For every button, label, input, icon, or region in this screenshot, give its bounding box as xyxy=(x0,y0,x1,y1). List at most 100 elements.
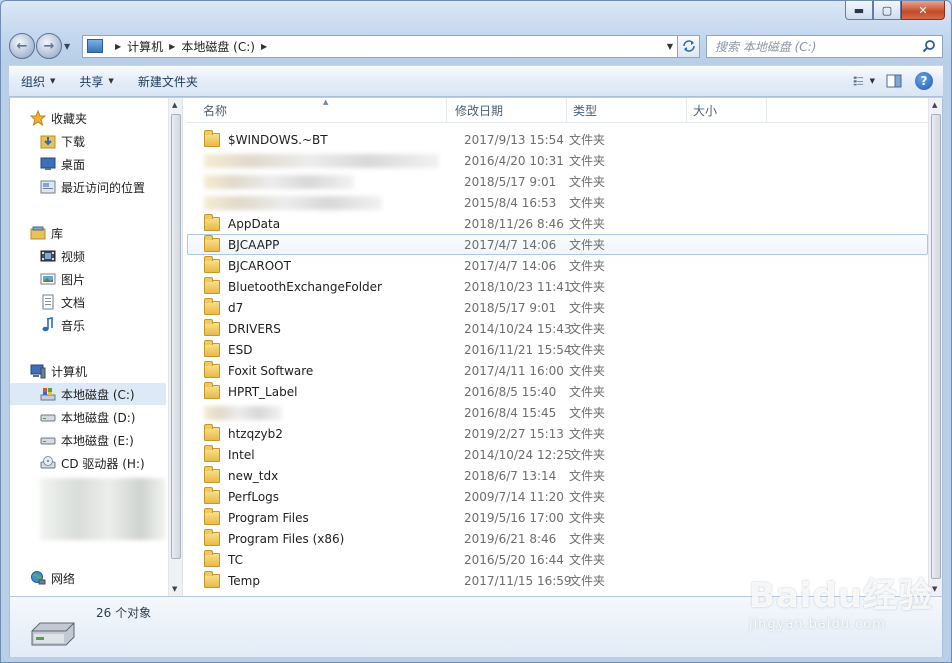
file-date: 2015/8/4 16:53 xyxy=(464,195,557,210)
table-row[interactable]: 2018/5/17 9:01 文件夹 xyxy=(187,171,928,192)
folder-icon xyxy=(204,528,220,546)
nav-item-pictures[interactable]: 图片 xyxy=(10,268,166,290)
scroll-up-arrow-icon[interactable]: ▲ xyxy=(172,101,177,109)
column-header-size[interactable]: 大小 xyxy=(687,98,767,123)
preview-pane-icon xyxy=(886,74,902,88)
nav-item-downloads[interactable]: 下载 xyxy=(10,130,166,152)
column-header-name[interactable]: ▲ 名称 xyxy=(187,98,447,123)
nav-item-recent-places[interactable]: 最近访问的位置 xyxy=(10,176,166,198)
file-date: 2019/5/16 17:00 xyxy=(464,510,564,525)
table-row[interactable]: TC 2016/5/20 16:44 文件夹 xyxy=(187,549,928,570)
nav-item-local-disk-e[interactable]: 本地磁盘 (E:) xyxy=(10,429,166,451)
table-row[interactable]: 2016/8/4 15:45 文件夹 xyxy=(187,402,928,423)
file-type: 文件夹 xyxy=(569,343,606,357)
table-row[interactable]: new_tdx 2018/6/7 13:14 文件夹 xyxy=(187,465,928,486)
table-row[interactable]: Program Files 2019/5/16 17:00 文件夹 xyxy=(187,507,928,528)
file-name-cell: TC xyxy=(188,549,444,567)
nav-network-label: 网络 xyxy=(51,571,76,586)
scrollbar-thumb[interactable] xyxy=(171,114,181,559)
share-button[interactable]: 共享 ▼ xyxy=(67,73,125,90)
table-row[interactable]: $WINDOWS.~BT 2017/9/13 15:54 文件夹 xyxy=(187,129,928,150)
file-date: 2019/6/21 8:46 xyxy=(464,531,557,546)
nav-item-documents[interactable]: 文档 xyxy=(10,291,166,313)
file-list-scrollbar[interactable]: ▲ ▼ xyxy=(928,98,942,596)
file-type: 文件夹 xyxy=(569,175,606,189)
preview-pane-button[interactable] xyxy=(883,71,905,91)
file-date: 2018/5/17 9:01 xyxy=(464,300,557,315)
breadcrumb-computer[interactable]: 计算机 xyxy=(127,38,163,55)
toolbar-right-group: ▼ ? xyxy=(845,71,935,91)
redacted-name xyxy=(204,405,282,420)
redacted-name xyxy=(204,195,382,210)
table-row[interactable]: Program Files (x86) 2019/6/21 8:46 文件夹 xyxy=(187,528,928,549)
table-row[interactable]: BJCAAPP 2017/4/7 14:06 文件夹 xyxy=(187,234,928,255)
column-header-type[interactable]: 类型 xyxy=(567,98,687,123)
folder-icon xyxy=(204,549,220,567)
chevron-right-icon[interactable]: ▶ xyxy=(169,42,175,51)
table-row[interactable]: BluetoothExchangeFolder 2018/10/23 11:41 文… xyxy=(187,276,928,297)
file-type: 文件夹 xyxy=(569,217,606,231)
table-row[interactable]: 2016/4/20 10:31 文件夹 xyxy=(187,150,928,171)
table-row[interactable]: PerfLogs 2009/7/14 11:20 文件夹 xyxy=(187,486,928,507)
table-row[interactable]: Foxit Software 2017/4/11 16:00 文件夹 xyxy=(187,360,928,381)
nav-libraries[interactable]: 库 xyxy=(10,222,166,244)
nav-item-label: 桌面 xyxy=(61,157,86,172)
recent-pages-dropdown-icon[interactable]: ▼ xyxy=(64,42,76,51)
chevron-right-icon[interactable]: ▶ xyxy=(115,42,121,51)
column-header-date[interactable]: 修改日期 xyxy=(447,98,567,123)
table-row[interactable]: d7 2018/5/17 9:01 文件夹 xyxy=(187,297,928,318)
file-name-cell: Program Files (x86) xyxy=(188,528,444,546)
nav-item-videos[interactable]: 视频 xyxy=(10,245,166,267)
nav-item-desktop[interactable]: 桌面 xyxy=(10,153,166,175)
file-date: 2017/4/7 14:06 xyxy=(464,258,557,273)
file-name: HPRT_Label xyxy=(228,384,298,399)
nav-favorites[interactable]: 收藏夹 xyxy=(10,107,166,129)
table-row[interactable]: htzqzyb2 2019/2/27 15:13 文件夹 xyxy=(187,423,928,444)
table-row[interactable]: ESD 2016/11/21 15:54 文件夹 xyxy=(187,339,928,360)
help-button[interactable]: ? xyxy=(913,71,935,91)
table-row[interactable]: HPRT_Label 2016/8/5 15:40 文件夹 xyxy=(187,381,928,402)
close-button[interactable]: ✕ xyxy=(901,1,945,20)
table-row[interactable]: AppData 2018/11/26 8:46 文件夹 xyxy=(187,213,928,234)
file-name: BluetoothExchangeFolder xyxy=(228,279,382,294)
table-row[interactable]: BJCAROOT 2017/4/7 14:06 文件夹 xyxy=(187,255,928,276)
nav-item-local-disk-d[interactable]: 本地磁盘 (D:) xyxy=(10,406,166,428)
navigation-pane-scrollbar[interactable]: ▲ ▼ xyxy=(168,98,182,596)
table-row[interactable]: Intel 2014/10/24 12:25 文件夹 xyxy=(187,444,928,465)
scrollbar-thumb[interactable] xyxy=(931,114,941,579)
new-folder-button[interactable]: 新建文件夹 xyxy=(126,73,210,90)
breadcrumb-local-disk-c[interactable]: 本地磁盘 (C:) xyxy=(181,38,255,55)
refresh-button[interactable] xyxy=(678,34,700,58)
file-list-pane: ▲ 名称 修改日期 类型 大小 $WINDOWS.~BT 2017/9/13 15… xyxy=(187,98,928,596)
table-row[interactable]: 2015/8/4 16:53 文件夹 xyxy=(187,192,928,213)
chevron-down-icon: ▼ xyxy=(50,77,56,85)
search-icon[interactable] xyxy=(922,39,936,53)
folder-icon xyxy=(204,423,220,441)
file-type: 文件夹 xyxy=(569,406,606,420)
nav-item-local-disk-c[interactable]: 本地磁盘 (C:) xyxy=(10,383,166,405)
address-history-dropdown-icon[interactable]: ▼ xyxy=(667,42,673,51)
file-name: BJCAAPP xyxy=(228,237,280,252)
nav-network[interactable]: 网络 xyxy=(10,567,166,589)
table-row[interactable]: DRIVERS 2014/10/24 15:43 文件夹 xyxy=(187,318,928,339)
documents-library-icon xyxy=(42,294,54,310)
nav-item-cd-drive-h[interactable]: CD 驱动器 (H:) xyxy=(10,452,166,474)
nav-item-music[interactable]: 音乐 xyxy=(10,314,166,336)
scroll-down-arrow-icon[interactable]: ▼ xyxy=(172,585,177,593)
computer-location-icon xyxy=(87,39,103,53)
scroll-up-arrow-icon[interactable]: ▲ xyxy=(932,101,937,109)
file-date: 2016/11/21 15:54 xyxy=(464,342,572,357)
organize-button[interactable]: 组织 ▼ xyxy=(9,73,67,90)
nav-computer[interactable]: 计算机 xyxy=(10,360,166,382)
chevron-right-icon[interactable]: ▶ xyxy=(261,42,267,51)
minimize-button[interactable]: ▬ xyxy=(845,1,873,20)
view-options-button[interactable]: ▼ xyxy=(853,71,875,91)
maximize-button[interactable]: ▢ xyxy=(873,1,901,20)
forward-button[interactable]: → xyxy=(36,33,62,59)
back-button[interactable]: ← xyxy=(9,33,35,59)
search-input[interactable]: 搜索 本地磁盘 (C:) xyxy=(706,34,943,58)
file-name: Program Files xyxy=(228,510,309,525)
file-date: 2018/11/26 8:46 xyxy=(464,216,564,231)
watermark-url: jingyan.baidu.com xyxy=(748,617,886,632)
address-bar[interactable]: ▶ 计算机 ▶ 本地磁盘 (C:) ▶ ▼ xyxy=(82,34,678,58)
